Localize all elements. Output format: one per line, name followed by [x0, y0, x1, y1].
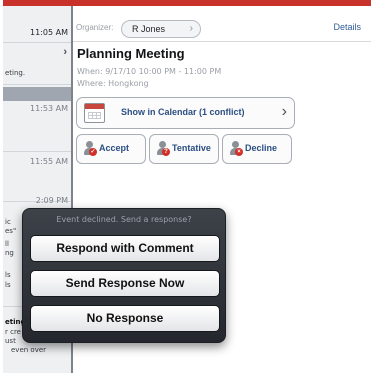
chevron-right-icon: ›: [189, 23, 193, 34]
list-item[interactable]: 11:55 AM: [3, 151, 71, 202]
event-where: Where: Hongkong: [77, 79, 149, 88]
list-item[interactable]: 11:05 AM: [3, 6, 71, 43]
list-item-snippet: ust: [5, 337, 16, 345]
details-link[interactable]: Details: [333, 22, 361, 32]
organizer-label: Organizer:: [76, 23, 114, 32]
decline-person-icon: ×: [229, 141, 243, 157]
send-response-now-button[interactable]: Send Response Now: [30, 270, 220, 297]
list-item-snippet: ic: [5, 218, 11, 226]
list-item[interactable]: 11:53 AM: [3, 101, 71, 152]
tentative-label: Tentative: [172, 143, 211, 153]
list-item-snippet: even over: [11, 346, 47, 354]
list-item-snippet: ll: [5, 240, 9, 248]
organizer-chip[interactable]: R Jones ›: [121, 20, 201, 38]
tentative-button[interactable]: ? Tentative: [149, 134, 219, 164]
calendar-icon: [84, 103, 105, 123]
accept-button[interactable]: ✓ Accept: [76, 134, 146, 164]
list-item-snippet: ls: [5, 271, 11, 279]
list-item-time: 11:53 AM: [30, 104, 68, 113]
event-when: When: 9/17/10 10:00 PM - 11:00 PM: [77, 67, 222, 76]
no-response-button[interactable]: No Response: [30, 305, 220, 332]
chevron-right-icon: ›: [63, 46, 67, 58]
organizer-name: R Jones: [132, 24, 166, 34]
show-in-calendar-button[interactable]: Show in Calendar (1 conflict) ›: [76, 97, 295, 129]
accept-person-icon: ✓: [83, 141, 97, 157]
response-action-sheet: Event declined. Send a response? Respond…: [22, 208, 226, 343]
list-item-snippet: ng: [5, 249, 14, 257]
list-item[interactable]: › eting.: [3, 42, 71, 85]
respond-with-comment-button[interactable]: Respond with Comment: [30, 235, 220, 262]
list-item-time: 11:55 AM: [30, 157, 68, 166]
list-item-snippet: r cre: [5, 328, 21, 336]
list-item-snippet: eting.: [5, 69, 26, 77]
decline-label: Decline: [245, 143, 278, 153]
chevron-right-icon: ›: [281, 103, 287, 120]
list-item-snippet: ls: [5, 281, 11, 289]
list-item-time: 11:05 AM: [30, 28, 68, 37]
show-in-calendar-label: Show in Calendar (1 conflict): [121, 107, 245, 117]
organizer-bar: Organizer: R Jones › Details: [73, 6, 371, 42]
screen: 11:05 AM › eting. 11:53 AM 11:55 AM 2:09…: [0, 0, 373, 373]
decline-button[interactable]: × Decline: [222, 134, 292, 164]
action-sheet-title: Event declined. Send a response?: [56, 215, 192, 224]
event-title: Planning Meeting: [77, 46, 185, 61]
list-separator: [3, 87, 71, 101]
list-item-time: 2:09 PM: [35, 196, 68, 205]
tentative-person-icon: ?: [156, 141, 170, 157]
list-item-snippet: es": [5, 227, 17, 235]
accept-label: Accept: [99, 143, 130, 153]
